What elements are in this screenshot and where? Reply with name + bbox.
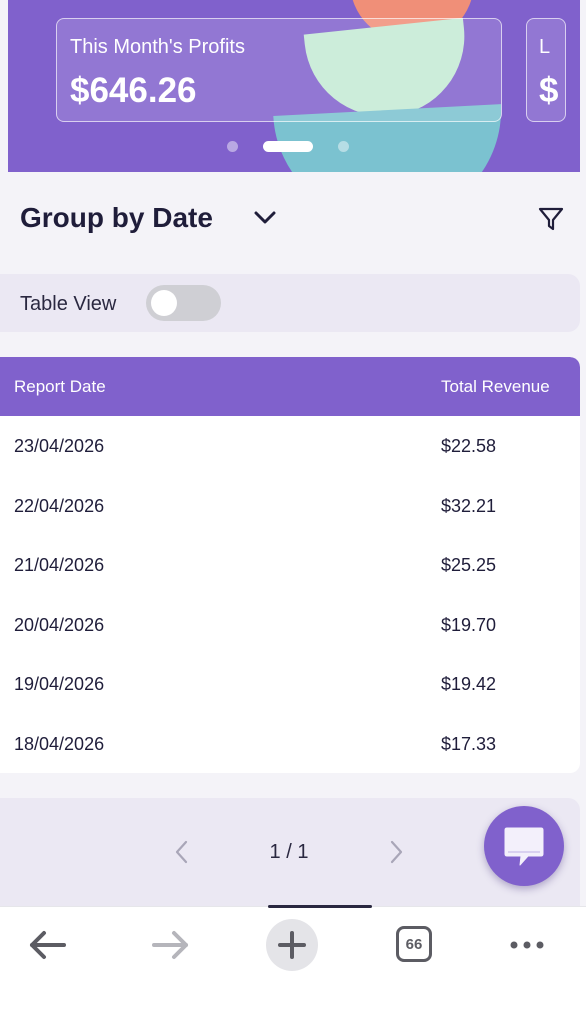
table-row[interactable]: 22/04/2026 $32.21 [0, 476, 580, 536]
tab-count: 66 [405, 936, 423, 953]
cell-total-revenue: $19.70 [441, 614, 497, 635]
cell-total-revenue: $32.21 [441, 495, 497, 516]
more-button[interactable] [499, 917, 555, 973]
report-table: Report Date Total Revenue 23/04/2026 $22… [0, 357, 580, 773]
tabs-button[interactable]: 66 [386, 917, 442, 973]
carousel-dot[interactable] [227, 141, 238, 152]
column-header-total-revenue[interactable]: Total Revenue [441, 377, 550, 397]
toggle-knob [151, 290, 177, 316]
cell-report-date: 20/04/2026 [14, 614, 105, 635]
arrow-right-icon [152, 931, 188, 959]
plus-icon [278, 931, 306, 959]
table-body: 23/04/2026 $22.58 22/04/2026 $32.21 21/0… [0, 416, 580, 773]
table-row[interactable]: 18/04/2026 $17.33 [0, 714, 580, 773]
table-row[interactable]: 20/04/2026 $19.70 [0, 595, 580, 655]
cell-total-revenue: $25.25 [441, 555, 497, 576]
cell-report-date: 22/04/2026 [14, 495, 105, 516]
cell-total-revenue: $22.58 [441, 436, 497, 456]
table-view-label: Table View [20, 293, 117, 315]
tab-strip-indicator [268, 905, 372, 908]
page-indicator: 1 / 1 [269, 841, 309, 863]
profit-card-value: $646.26 [70, 71, 197, 110]
table-row[interactable]: 21/04/2026 $25.25 [0, 535, 580, 595]
table-row[interactable]: 19/04/2026 $19.42 [0, 654, 580, 714]
profit-card[interactable]: This Month's Profits $646.26 [56, 18, 502, 122]
next-card-value: $ [539, 71, 559, 110]
next-card-title: L [539, 36, 551, 58]
browser-toolbar: 66 [0, 905, 586, 1024]
carousel-dot-active[interactable] [263, 141, 313, 152]
carousel-dots [8, 139, 580, 153]
table-view-row: Table View [0, 274, 580, 332]
cell-total-revenue: $17.33 [441, 733, 497, 754]
table-row[interactable]: 23/04/2026 $22.58 [0, 416, 580, 476]
next-card-peek[interactable]: L $ [526, 18, 566, 122]
cell-total-revenue: $19.42 [441, 674, 497, 695]
cell-report-date: 18/04/2026 [14, 733, 105, 754]
profits-carousel[interactable]: This Month's Profits $646.26 L $ [8, 0, 580, 172]
group-by-header: Group by Date [20, 198, 570, 242]
group-by-dropdown[interactable]: Group by Date [20, 202, 213, 234]
column-header-report-date[interactable]: Report Date [14, 377, 106, 397]
chevron-down-icon[interactable] [252, 208, 278, 228]
back-button[interactable] [20, 917, 76, 973]
cell-report-date: 21/04/2026 [14, 555, 105, 576]
chevron-right-icon[interactable] [384, 838, 408, 866]
chat-button[interactable] [484, 806, 564, 886]
table-header: Report Date Total Revenue [0, 357, 580, 416]
new-tab-button[interactable] [264, 917, 320, 973]
cell-report-date: 19/04/2026 [14, 674, 105, 695]
arrow-left-icon [30, 931, 66, 959]
chat-bubble-icon [504, 827, 544, 866]
table-view-toggle[interactable] [146, 285, 221, 321]
carousel-dot[interactable] [338, 141, 349, 152]
cell-report-date: 23/04/2026 [14, 436, 105, 456]
forward-button[interactable] [142, 917, 198, 973]
more-dots-icon [510, 941, 544, 949]
tabs-icon: 66 [396, 926, 432, 962]
chevron-left-icon[interactable] [170, 838, 194, 866]
profit-card-title: This Month's Profits [70, 36, 245, 58]
filter-icon[interactable] [538, 206, 564, 232]
